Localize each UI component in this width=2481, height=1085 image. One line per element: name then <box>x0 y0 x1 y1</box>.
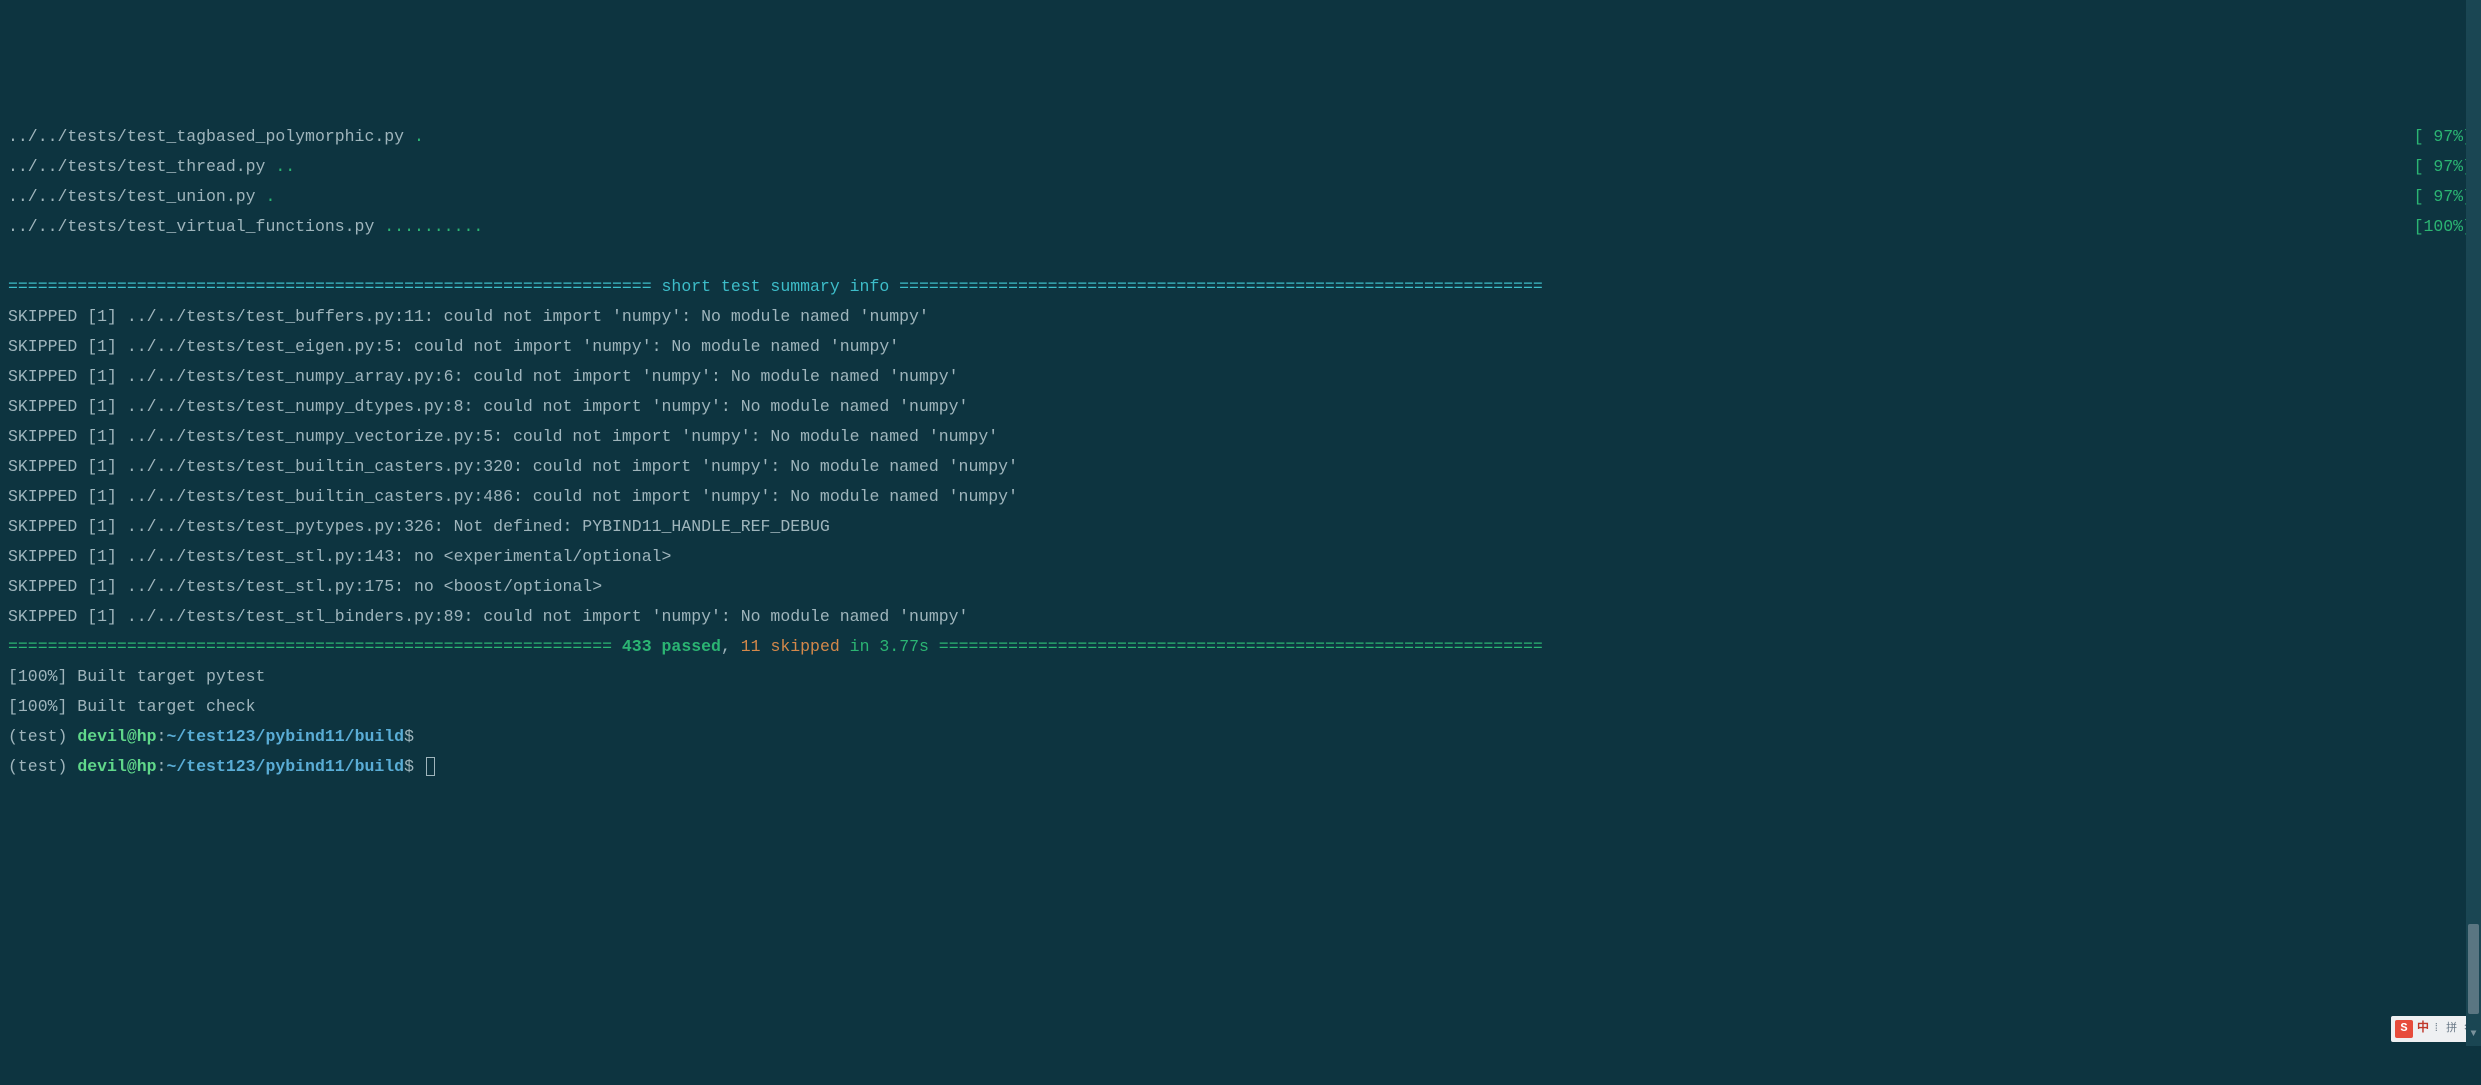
test-dots: . <box>414 127 424 146</box>
test-path: ../../tests/test_thread.py <box>8 157 275 176</box>
result-line: ========================================… <box>8 632 2473 662</box>
skipped-line: SKIPPED [1] ../../tests/test_eigen.py:5:… <box>8 332 2473 362</box>
ime-widget[interactable]: S 中 ⁞ 拼 ✲ <box>2391 1016 2477 1042</box>
prompt-env: (test) <box>8 727 77 746</box>
test-path: ../../tests/test_virtual_functions.py <box>8 217 384 236</box>
test-line: ../../tests/test_virtual_functions.py ..… <box>8 212 2473 242</box>
test-line: ../../tests/test_tagbased_polymorphic.py… <box>8 122 2473 152</box>
skipped-line: SKIPPED [1] ../../tests/test_buffers.py:… <box>8 302 2473 332</box>
build-line: [100%] Built target check <box>8 692 2473 722</box>
test-line: ../../tests/test_thread.py .. [ 97%] <box>8 152 2473 182</box>
skipped-line: SKIPPED [1] ../../tests/test_numpy_dtype… <box>8 392 2473 422</box>
skipped-line: SKIPPED [1] ../../tests/test_numpy_vecto… <box>8 422 2473 452</box>
prompt-path: ~/test123/pybind11/build <box>166 727 404 746</box>
test-dots: .. <box>275 157 295 176</box>
shell-prompt[interactable]: (test) devil@hp:~/test123/pybind11/build… <box>8 722 2473 752</box>
prompt-path: ~/test123/pybind11/build <box>166 757 404 776</box>
test-dots: . <box>265 187 275 206</box>
skipped-line: SKIPPED [1] ../../tests/test_numpy_array… <box>8 362 2473 392</box>
build-line: [100%] Built target pytest <box>8 662 2473 692</box>
prompt-colon: : <box>157 757 167 776</box>
test-dots: .......... <box>384 217 483 236</box>
prompt-dollar: $ <box>404 727 424 746</box>
terminal-output[interactable]: ../../tests/test_tagbased_polymorphic.py… <box>8 122 2473 782</box>
skipped-line: SKIPPED [1] ../../tests/test_pytypes.py:… <box>8 512 2473 542</box>
prompt-env: (test) <box>8 757 77 776</box>
prompt-user: devil@hp <box>77 757 156 776</box>
prompt-colon: : <box>157 727 167 746</box>
test-line: ../../tests/test_union.py . [ 97%] <box>8 182 2473 212</box>
ime-lang-indicator: 中 <box>2417 1018 2429 1040</box>
skipped-line: SKIPPED [1] ../../tests/test_stl.py:143:… <box>8 542 2473 572</box>
shell-prompt[interactable]: (test) devil@hp:~/test123/pybind11/build… <box>8 752 2473 782</box>
test-percent: [100%] <box>2414 212 2473 242</box>
scrollbar-track[interactable] <box>2466 0 2481 1024</box>
skipped-line: SKIPPED [1] ../../tests/test_stl.py:175:… <box>8 572 2473 602</box>
ime-logo-icon: S <box>2395 1020 2413 1038</box>
blank-line <box>8 242 2473 272</box>
prompt-dollar: $ <box>404 757 424 776</box>
prompt-user: devil@hp <box>77 727 156 746</box>
test-percent: [ 97%] <box>2414 122 2473 152</box>
summary-header: ========================================… <box>8 272 2473 302</box>
skipped-line: SKIPPED [1] ../../tests/test_builtin_cas… <box>8 482 2473 512</box>
skipped-line: SKIPPED [1] ../../tests/test_stl_binders… <box>8 602 2473 632</box>
test-percent: [ 97%] <box>2414 182 2473 212</box>
test-path: ../../tests/test_tagbased_polymorphic.py <box>8 127 414 146</box>
test-percent: [ 97%] <box>2414 152 2473 182</box>
scrollbar-down-button[interactable]: ▼ <box>2466 1024 2481 1046</box>
skipped-line: SKIPPED [1] ../../tests/test_builtin_cas… <box>8 452 2473 482</box>
test-path: ../../tests/test_union.py <box>8 187 265 206</box>
cursor <box>426 757 435 776</box>
scrollbar-thumb[interactable] <box>2468 924 2479 1014</box>
